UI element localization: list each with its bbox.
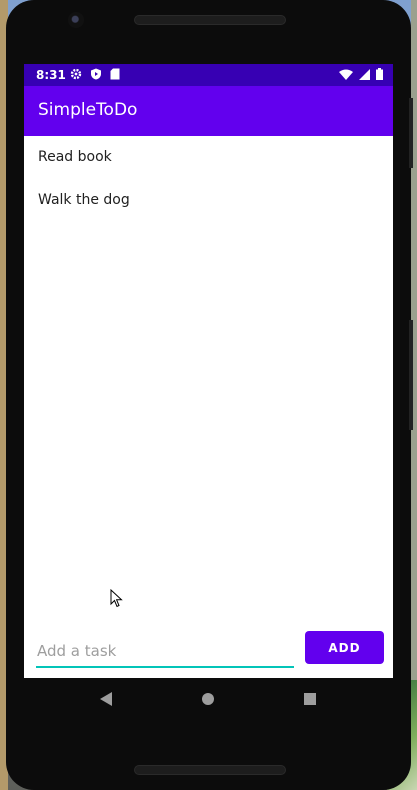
status-time: 8:31 bbox=[36, 68, 66, 82]
app-title: SimpleToDo bbox=[38, 100, 138, 120]
battery-icon bbox=[376, 68, 383, 80]
volume-button bbox=[409, 98, 413, 168]
app-bar: SimpleToDo bbox=[24, 86, 393, 136]
task-item-read-book[interactable]: Read book bbox=[24, 136, 393, 179]
shield-icon bbox=[91, 68, 101, 80]
home-icon[interactable] bbox=[202, 693, 214, 705]
navigation-bar bbox=[24, 678, 393, 722]
signal-icon bbox=[359, 68, 370, 80]
status-bar: 8:31 bbox=[24, 64, 393, 86]
front-camera bbox=[68, 12, 84, 28]
status-right-icons bbox=[339, 68, 383, 80]
bottom-speaker bbox=[134, 765, 286, 775]
wifi-icon bbox=[339, 69, 353, 80]
recents-icon[interactable] bbox=[304, 693, 316, 705]
sd-card-icon bbox=[110, 68, 120, 80]
task-item-walk-the-dog[interactable]: Walk the dog bbox=[24, 179, 393, 222]
back-icon[interactable] bbox=[100, 692, 112, 706]
task-list: Read book Walk the dog bbox=[24, 136, 393, 222]
status-left-icons bbox=[70, 68, 120, 80]
mouse-pointer-icon bbox=[110, 589, 123, 608]
top-speaker bbox=[134, 15, 286, 25]
gear-icon bbox=[70, 68, 82, 80]
add-button[interactable]: ADD bbox=[305, 631, 384, 664]
task-input[interactable] bbox=[36, 636, 294, 668]
app-screen: 8:31 SimpleToDo Read book Walk the dog A… bbox=[24, 64, 393, 678]
add-task-row: ADD bbox=[24, 626, 393, 678]
power-button bbox=[409, 320, 413, 430]
